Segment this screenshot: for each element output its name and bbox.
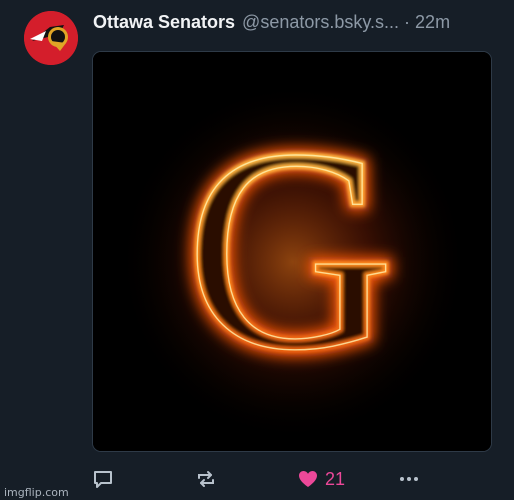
- avatar[interactable]: [24, 11, 78, 65]
- handle[interactable]: @senators.bsky.s...: [242, 12, 399, 33]
- heart-icon: [299, 471, 317, 487]
- like-button[interactable]: 21: [297, 462, 345, 496]
- fire-letter-image: G G G: [93, 52, 491, 451]
- watermark: imgflip.com: [4, 486, 69, 499]
- more-button[interactable]: [398, 462, 420, 496]
- separator-dot: ·: [404, 12, 411, 32]
- post-header: Ottawa Senators @senators.bsky.s... · 22…: [93, 12, 506, 36]
- post-actions: 21: [0, 462, 514, 496]
- display-name[interactable]: Ottawa Senators: [93, 12, 235, 33]
- post-image[interactable]: G G G: [92, 51, 492, 452]
- post: Ottawa Senators @senators.bsky.s... · 22…: [0, 0, 514, 500]
- more-icon: [400, 477, 418, 481]
- glyph-core: G: [185, 89, 394, 410]
- reply-button[interactable]: [92, 462, 114, 496]
- repost-button[interactable]: [195, 462, 217, 496]
- reply-icon: [94, 471, 112, 488]
- repost-icon: [198, 471, 214, 487]
- timestamp[interactable]: 22m: [415, 12, 450, 33]
- like-count: 21: [325, 468, 346, 489]
- senators-logo-icon: [24, 11, 78, 65]
